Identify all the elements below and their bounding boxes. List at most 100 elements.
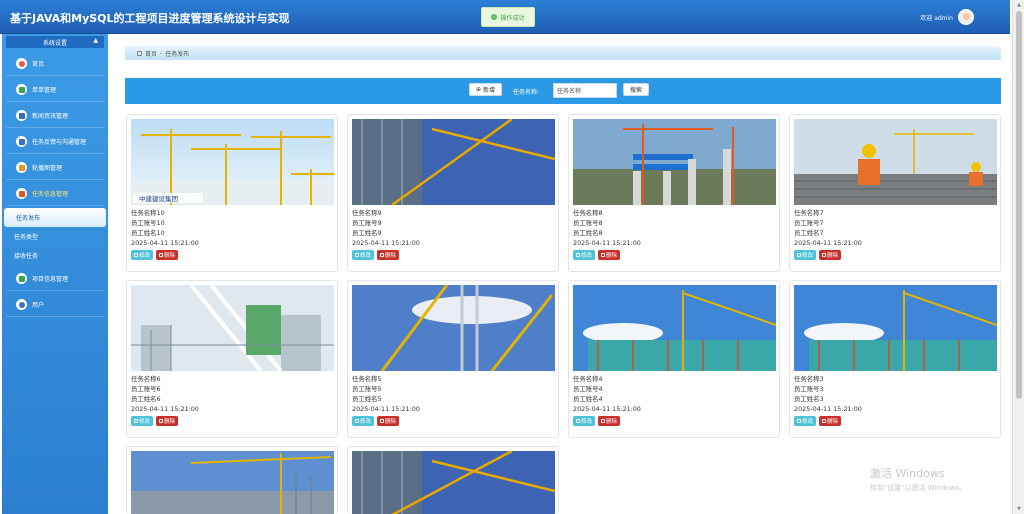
avatar[interactable]: [958, 9, 974, 25]
task-info: 任务名称7 员工账号7 员工姓名7 2025-04-11 15:21:00: [794, 208, 862, 248]
delete-button[interactable]: 删除: [377, 250, 400, 260]
submenu-task-publish[interactable]: 任务发布: [4, 208, 106, 227]
employee-account: 员工账号8: [573, 219, 603, 227]
success-toast: ✓ 操作成功: [481, 7, 535, 27]
employee-name: 员工姓名6: [131, 395, 161, 403]
delete-button[interactable]: 删除: [598, 416, 621, 426]
edit-button[interactable]: 修改: [352, 416, 375, 426]
task-photo[interactable]: [573, 119, 776, 205]
sidebar-item-label: 新闻资讯管理: [32, 113, 69, 120]
task-name: 任务名称7: [794, 209, 824, 217]
sidebar-item-news[interactable]: 新闻资讯管理: [6, 104, 104, 128]
card-actions: 修改 删除: [794, 250, 842, 260]
edit-button[interactable]: 修改: [794, 416, 817, 426]
task-time: 2025-04-11 15:21:00: [131, 239, 199, 247]
delete-icon: [601, 253, 606, 257]
task-card: 任务名称7 员工账号7 员工姓名7 2025-04-11 15:21:00 修改…: [789, 114, 1001, 272]
watermark-line-2: 转到"设置"以激活 Windows。: [870, 484, 966, 492]
task-photo[interactable]: [794, 285, 997, 371]
employee-account: 员工账号3: [794, 385, 824, 393]
edit-button-label: 修改: [360, 419, 372, 425]
watermark-line-1: 激活 Windows: [870, 467, 945, 480]
sidebar-item-carousel[interactable]: 轮播图管理: [6, 156, 104, 180]
crane-photo-5: [352, 285, 555, 371]
edit-button-label: 修改: [802, 419, 814, 425]
task-photo[interactable]: [352, 451, 555, 514]
edit-icon: [576, 419, 580, 423]
submenu-task-type[interactable]: 任务类型: [2, 227, 108, 246]
sidebar-item-tasks[interactable]: 任务信息管理: [6, 182, 104, 206]
delete-button[interactable]: 删除: [377, 416, 400, 426]
sidebar-heading[interactable]: 系统设置 ▲: [6, 36, 104, 48]
sidebar-item-users[interactable]: 用户: [6, 293, 104, 317]
edit-button-label: 修改: [581, 253, 593, 259]
employee-account: 员工账号9: [352, 219, 382, 227]
scroll-up-icon[interactable]: ▲: [1015, 2, 1023, 8]
sidebar-item-home[interactable]: 首页: [6, 52, 104, 76]
task-card: 任务名称3 员工账号3 员工姓名3 2025-04-11 15:21:00 修改…: [789, 280, 1001, 438]
welcome-text: 欢迎 admin: [920, 15, 953, 22]
delete-button[interactable]: 删除: [156, 250, 179, 260]
scaffold-photo-4: [573, 285, 776, 371]
task-photo[interactable]: [352, 119, 555, 205]
edit-button[interactable]: 修改: [794, 250, 817, 260]
add-button[interactable]: ⊕ 新增: [469, 83, 503, 96]
employee-account: 员工账号6: [131, 385, 161, 393]
submenu-receive-task[interactable]: 接收任务: [2, 246, 108, 265]
task-photo[interactable]: [573, 285, 776, 371]
delete-button[interactable]: 删除: [819, 416, 842, 426]
task-info: 任务名称5 员工账号5 员工姓名5 2025-04-11 15:21:00: [352, 374, 420, 414]
feedback-icon: [16, 136, 27, 147]
check-icon: ✓: [491, 14, 498, 20]
sidebar: 系统设置 ▲ 首页 单单管理 新闻资讯管理 任务反馈与沟通管理 轮播图管理 任务…: [2, 34, 108, 514]
breadcrumb: 首页 - 任务发布: [125, 46, 1001, 60]
task-photo[interactable]: [131, 285, 334, 371]
delete-icon: [380, 253, 385, 257]
crane-photo-2: [352, 119, 555, 205]
carousel-icon: [16, 162, 27, 173]
edit-button[interactable]: 修改: [573, 250, 596, 260]
sidebar-item-projects[interactable]: 项目信息管理: [6, 267, 104, 291]
scrollbar-thumb[interactable]: [1016, 11, 1022, 399]
task-photo[interactable]: [352, 285, 555, 371]
delete-icon: [601, 419, 606, 423]
task-time: 2025-04-11 15:21:00: [794, 239, 862, 247]
toast-text: 操作成功: [500, 14, 525, 22]
task-card: [126, 446, 338, 514]
task-name: 任务名称4: [573, 375, 603, 383]
breadcrumb-current: 任务发布: [165, 50, 190, 58]
task-time: 2025-04-11 15:21:00: [573, 405, 641, 413]
crane-photo-1: 中建建设集团: [131, 119, 334, 205]
sidebar-item-orders[interactable]: 单单管理: [6, 78, 104, 102]
search-button[interactable]: 搜索: [623, 83, 650, 96]
app-title: 基于JAVA和MySQL的工程项目进度管理系统设计与实现: [10, 12, 290, 25]
scroll-down-icon[interactable]: ▼: [1015, 506, 1023, 512]
delete-button[interactable]: 删除: [598, 250, 621, 260]
page-scrollbar[interactable]: ▲ ▼: [1012, 0, 1024, 514]
card-actions: 修改 删除: [573, 416, 621, 426]
task-photo[interactable]: [794, 119, 997, 205]
edit-button[interactable]: 修改: [573, 416, 596, 426]
delete-button[interactable]: 删除: [156, 416, 179, 426]
delete-button[interactable]: 删除: [819, 250, 842, 260]
task-name: 任务名称3: [794, 375, 824, 383]
edit-button[interactable]: 修改: [131, 250, 154, 260]
edit-icon: [134, 419, 138, 423]
search-input[interactable]: 任务名称: [553, 83, 617, 98]
home-icon: [16, 58, 27, 69]
edit-button[interactable]: 修改: [352, 250, 375, 260]
employee-name: 员工姓名9: [352, 229, 382, 237]
breadcrumb-home[interactable]: 首页: [145, 49, 157, 58]
task-name: 任务名称9: [352, 209, 382, 217]
news-icon: [16, 110, 27, 121]
main-content: 首页 - 任务发布 ⊕ 新增 任务名称: 任务名称 搜索 中建建设集团 任务名称…: [118, 34, 1008, 514]
task-card: 任务名称9 员工账号9 员工姓名9 2025-04-11 15:21:00 修改…: [347, 114, 559, 272]
edit-button[interactable]: 修改: [131, 416, 154, 426]
task-photo[interactable]: [131, 451, 334, 514]
employee-name: 员工姓名4: [573, 395, 603, 403]
edit-icon: [576, 253, 580, 257]
task-photo[interactable]: 中建建设集团: [131, 119, 334, 205]
edit-button-label: 修改: [139, 419, 151, 425]
order-icon-mark: [18, 86, 25, 93]
sidebar-item-feedback[interactable]: 任务反馈与沟通管理: [6, 130, 104, 154]
